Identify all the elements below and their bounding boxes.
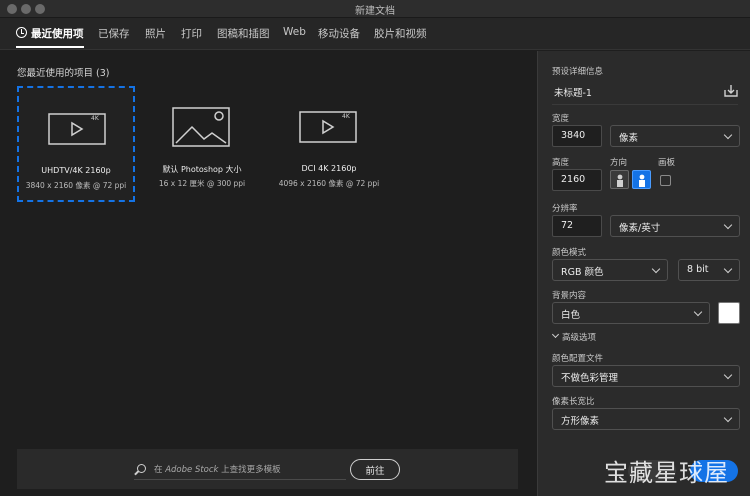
tab-recent[interactable]: 最近使用项 xyxy=(16,26,84,41)
badge-4k: 4K xyxy=(342,113,351,120)
chevron-down-icon xyxy=(723,370,733,380)
pixel-aspect-dropdown[interactable]: 方形像素 xyxy=(552,408,740,430)
tab-web[interactable]: Web xyxy=(283,26,306,38)
window-title: 新建文档 xyxy=(355,6,395,17)
search-underline xyxy=(134,479,346,480)
divider xyxy=(552,104,738,105)
preset-details: 4096 x 2160 像素 @ 72 ppi xyxy=(278,179,380,188)
color-mode-label: 颜色模式 xyxy=(552,248,587,258)
person-portrait-icon xyxy=(617,174,623,187)
badge-4k: 4K xyxy=(91,115,100,122)
search-icon xyxy=(137,464,146,473)
background-color-swatch[interactable] xyxy=(718,302,740,324)
active-tab-indicator xyxy=(16,46,84,48)
stock-search-input[interactable]: 在 Adobe Stock 上查找更多模板 xyxy=(154,463,281,475)
watermark-text: 宝藏星球屋 xyxy=(604,459,729,487)
pixel-aspect-label: 像素长宽比 xyxy=(552,397,595,407)
recent-items-area: 您最近使用的项目 (3) 4K UHDTV/4K 2160p 3840 x 21… xyxy=(0,51,537,496)
height-label: 高度 xyxy=(552,158,570,168)
artboard-checkbox[interactable] xyxy=(660,175,671,186)
chevron-down-icon xyxy=(723,413,733,423)
preset-details-panel: 预设详细信息 未标题-1 宽度 3840 像素 高度 方向 画板 2160 分辨… xyxy=(537,51,750,496)
stock-search-bar: 在 Adobe Stock 上查找更多模板 前往 xyxy=(17,449,518,489)
color-profile-dropdown[interactable]: 不做色彩管理 xyxy=(552,365,740,387)
preset-details-label: 预设详细信息 xyxy=(552,67,604,77)
save-preset-icon[interactable] xyxy=(724,84,738,97)
orientation-label: 方向 xyxy=(610,158,628,168)
preset-name: UHDTV/4K 2160p xyxy=(41,166,111,175)
preset-tile-uhdtv[interactable]: 4K UHDTV/4K 2160p 3840 x 2160 像素 @ 72 pp… xyxy=(17,86,135,202)
artboard-label: 画板 xyxy=(658,158,676,168)
chevron-down-icon xyxy=(651,264,661,274)
height-input[interactable]: 2160 xyxy=(552,169,602,191)
width-unit-dropdown[interactable]: 像素 xyxy=(610,125,740,147)
width-input[interactable]: 3840 xyxy=(552,125,602,147)
preset-tile-default-photoshop[interactable]: 默认 Photoshop 大小 16 x 12 厘米 @ 300 ppi xyxy=(143,86,261,202)
preset-tile-dci-4k[interactable]: 4K DCI 4K 2160p 4096 x 2160 像素 @ 72 ppi xyxy=(270,86,388,202)
tab-print[interactable]: 打印 xyxy=(181,26,202,41)
person-landscape-icon xyxy=(639,174,645,187)
color-mode-dropdown[interactable]: RGB 颜色 xyxy=(552,259,668,281)
landscape-orientation-button[interactable] xyxy=(632,170,651,189)
chevron-down-icon xyxy=(723,220,733,230)
tab-film-video[interactable]: 胶片和视频 xyxy=(374,26,427,41)
resolution-input[interactable]: 72 xyxy=(552,215,602,237)
resolution-unit-dropdown[interactable]: 像素/英寸 xyxy=(610,215,740,237)
preset-details: 16 x 12 厘米 @ 300 ppi xyxy=(158,179,246,188)
resolution-label: 分辨率 xyxy=(552,204,578,214)
go-button[interactable]: 前往 xyxy=(350,459,400,480)
clock-icon xyxy=(16,27,27,38)
advanced-options-toggle[interactable]: 高级选项 xyxy=(562,331,596,343)
background-dropdown[interactable]: 白色 xyxy=(552,302,710,324)
tab-mobile[interactable]: 移动设备 xyxy=(318,26,360,41)
chevron-down-icon xyxy=(723,264,733,274)
width-label: 宽度 xyxy=(552,114,570,124)
bit-depth-dropdown[interactable]: 8 bit xyxy=(678,259,740,281)
document-name[interactable]: 未标题-1 xyxy=(554,85,592,99)
recent-section-title: 您最近使用的项目 (3) xyxy=(17,68,110,79)
tab-saved[interactable]: 已保存 xyxy=(98,26,130,41)
chevron-down-icon xyxy=(723,130,733,140)
tab-art-illustration[interactable]: 图稿和插图 xyxy=(217,26,270,41)
preset-name: DCI 4K 2160p xyxy=(301,164,357,173)
chevron-down-icon[interactable] xyxy=(551,330,560,339)
preset-name: 默认 Photoshop 大小 xyxy=(162,165,242,174)
title-bar: 新建文档 xyxy=(0,0,750,18)
background-label: 背景内容 xyxy=(552,291,587,301)
portrait-orientation-button[interactable] xyxy=(610,170,629,189)
color-profile-label: 颜色配置文件 xyxy=(552,354,604,364)
category-tabs: 最近使用项 已保存 照片 打印 图稿和插图 Web 移动设备 胶片和视频 xyxy=(0,18,750,50)
preset-details: 3840 x 2160 像素 @ 72 ppi xyxy=(25,181,127,190)
video-icon: 4K xyxy=(48,113,106,145)
tab-photo[interactable]: 照片 xyxy=(145,26,166,41)
image-icon xyxy=(172,107,230,147)
tab-label: 最近使用项 xyxy=(31,28,84,40)
video-icon: 4K xyxy=(299,111,357,143)
chevron-down-icon xyxy=(693,307,703,317)
